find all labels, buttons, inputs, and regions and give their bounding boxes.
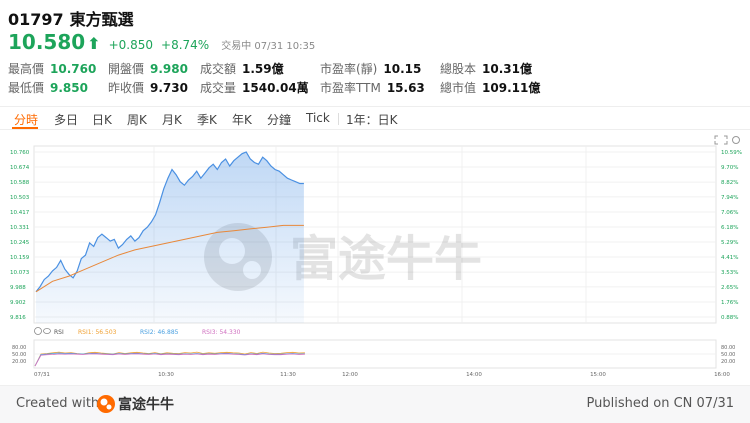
stock-header: 01797 東方甄選 10.580 ⬆ +0.850 +8.74% 交易中 07… [8,6,742,56]
chart-tabs: 分時 多日 日K 周K 月K 季K 年K 分鐘 Tick 1年：日K [0,106,750,130]
y-tick-left: 10.674 [10,165,30,171]
x-axis: 07/31 10:30 11:30 12:00 14:00 15:00 16:00 [34,372,730,378]
y-tick-left: 10.159 [10,255,30,261]
rsi1-label: RSI1: 56.503 [78,329,117,336]
x-tick: 07/31 [34,372,50,378]
arrow-up-icon: ⬆ [87,34,101,53]
stat-open: 開盤價 9.980 [108,62,188,76]
y-tick-left: 9.988 [10,285,26,291]
fullscreen-icon[interactable] [714,135,728,145]
tab-separator [338,113,339,125]
rsi2-line [34,352,305,367]
rsi-tick-right: 20.00 [721,359,735,365]
rsi-tick-right: 50.00 [721,352,735,358]
y-tick-right: 3.53% [721,270,738,276]
rsi3-line [34,353,305,367]
stats-grid: 最高價 10.760 開盤價 9.980 成交額 1.59億 市盈率(靜) 10.15 … [8,60,742,96]
stock-name: 東方甄選 [69,10,134,29]
tab-daily-k[interactable]: 日K [92,111,112,128]
tab-minute[interactable]: 分鐘 [267,111,291,128]
tab-yearly-k[interactable]: 年K [232,111,252,128]
created-with-text: Created with [16,396,100,411]
stat-prev-close: 昨收價 9.730 [108,81,188,95]
y-tick-left: 10.503 [10,195,30,201]
tab-weekly-k[interactable]: 周K [127,111,147,128]
y-tick-right: 2.65% [721,285,738,291]
y-tick-right: 0.88% [721,315,738,321]
rsi-tick-right: 80.00 [721,345,735,351]
stock-ticker: 01797 [8,10,64,29]
y-tick-left: 10.588 [10,180,30,186]
y-tick-left: 9.902 [10,300,26,306]
rsi-legend: RSI RSI1: 56.503 RSI2: 46.885 RSI3: 54.3… [34,327,241,336]
y-tick-left: 10.331 [10,225,29,231]
y-tick-right: 1.76% [721,300,738,306]
current-price: 10.580 [8,30,86,54]
x-tick: 10:30 [158,372,174,378]
price-area [36,152,304,323]
rsi-tick-left: 20.00 [12,359,26,365]
rsi-axis: 80.00 80.0050.00 50.0020.00 20.00 [12,345,735,365]
y-tick-right: 5.29% [721,240,738,246]
stat-market-cap: 總市值 109.11億 [440,81,541,95]
y-tick-right: 10.59% [721,150,742,156]
y-tick-right: 6.18% [721,225,738,231]
stat-pe-ttm: 市盈率TTM 15.63 [320,81,425,95]
x-tick: 12:00 [342,372,358,378]
eye-icon[interactable] [43,328,51,334]
stat-low: 最低價 9.850 [8,81,88,95]
watermark-text: 富途牛牛 [290,231,482,287]
stat-high: 最高價 10.760 [8,62,97,76]
x-tick: 16:00 [714,372,730,378]
price-row: 10.580 ⬆ +0.850 +8.74% 交易中 07/31 10:35 [8,30,742,56]
x-tick: 11:30 [280,372,296,378]
y-tick-right: 9.70% [721,165,738,171]
settings-icon[interactable] [732,136,740,144]
y-tick-left: 10.417 [10,210,30,216]
x-tick: 15:00 [590,372,606,378]
y-tick-left: 10.760 [10,150,30,156]
footer-brand: 富途牛牛 [118,397,174,413]
stat-total-shares: 總股本 10.31億 [440,62,532,76]
rsi-tick-left: 50.00 [12,352,26,358]
y-tick-right: 7.94% [721,195,738,201]
y-axis-left: 10.760 10.674 10.588 10.503 10.417 10.331 10.2… [10,150,30,321]
title-row: 01797 東方甄選 [8,6,742,29]
rsi-tick-left: 80.00 [12,345,26,351]
stat-pe-static: 市盈率(靜) 10.15 [320,62,422,76]
tab-tick[interactable]: Tick [306,111,330,125]
futu-logo-icon [97,395,115,413]
y-tick-left: 10.245 [10,240,30,246]
active-tab-indicator [12,127,38,129]
x-tick: 14:00 [466,372,482,378]
price-change-pct: +8.74% [161,38,210,52]
stat-turnover: 成交額 1.59億 [200,62,284,76]
y-tick-right: 4.41% [721,255,738,261]
rsi-indicator-name: RSI [54,329,64,336]
y-tick-left: 9.816 [10,315,26,321]
intraday-chart[interactable]: 富途牛牛 10.760 10.674 10.588 10.503 10.417 10.33… [0,130,750,385]
tab-monthly-k[interactable]: 月K [162,111,182,128]
trading-status: 交易中 07/31 10:35 [221,41,316,52]
rsi2-label: RSI2: 46.885 [140,329,179,336]
y-axis-right: 10.59% 9.70% 8.82% 7.94% 7.06% 6.18% 5.29% 4.41… [721,150,742,321]
close-icon[interactable] [34,327,42,335]
y-tick-right: 7.06% [721,210,738,216]
footer: Created with 富途牛牛 Published on CN 07/31 [0,385,750,423]
tab-intraday[interactable]: 分時 [14,111,38,128]
stat-volume: 成交量 1540.04萬 [200,81,309,95]
rsi3-label: RSI3: 54.330 [202,329,241,336]
tab-1y-daily[interactable]: 1年：日K [346,111,398,128]
y-tick-left: 10.073 [10,270,30,276]
y-tick-right: 8.82% [721,180,738,186]
price-change: +0.850 [108,38,154,52]
tab-multi-day[interactable]: 多日 [54,111,78,128]
tab-quarterly-k[interactable]: 季K [197,111,217,128]
published-text: Published on CN 07/31 [586,396,734,411]
